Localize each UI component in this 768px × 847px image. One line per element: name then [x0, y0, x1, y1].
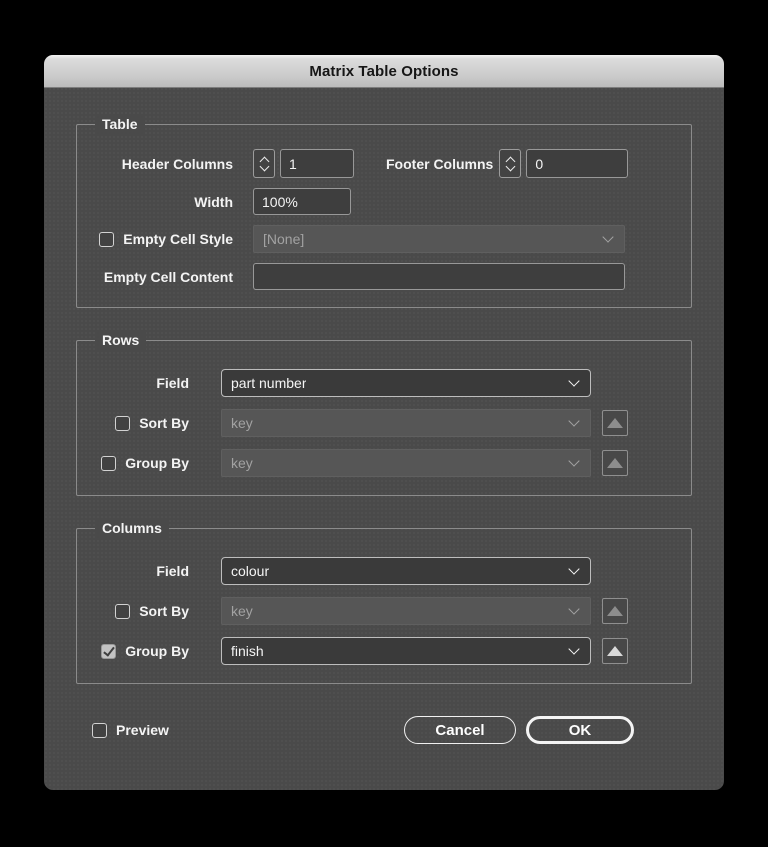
- empty-cell-content-row: Empty Cell Content: [93, 263, 675, 290]
- rows-group-direction-button: [602, 450, 628, 476]
- columns-sort-by-labelcell: Sort By: [93, 603, 189, 619]
- chevron-down-icon: [568, 603, 580, 615]
- empty-cell-style-row: Empty Cell Style [None]: [93, 225, 675, 253]
- columns-group-by-labelcell: Group By: [93, 643, 189, 659]
- sort-ascending-icon: [607, 646, 623, 656]
- chevron-down-icon: [568, 415, 580, 427]
- rows-field-select[interactable]: part number: [221, 369, 591, 397]
- screen-background: Matrix Table Options Table Header Column…: [0, 0, 768, 847]
- dialog-titlebar[interactable]: Matrix Table Options: [44, 55, 724, 88]
- width-input[interactable]: [253, 188, 351, 215]
- columns-field-value: colour: [231, 563, 270, 579]
- columns-group-legend: Columns: [95, 519, 169, 538]
- rows-group-by-value: key: [231, 455, 253, 471]
- cancel-button[interactable]: Cancel: [404, 716, 516, 744]
- dialog-title: Matrix Table Options: [309, 62, 459, 80]
- empty-cell-style-select: [None]: [253, 225, 625, 253]
- columns-group-by-label: Group By: [125, 643, 189, 659]
- empty-cell-content-input[interactable]: [253, 263, 625, 290]
- columns-sort-by-checkbox[interactable]: [115, 603, 131, 619]
- columns-field-select[interactable]: colour: [221, 557, 591, 585]
- footer-columns-stepper[interactable]: [499, 149, 522, 178]
- chevron-down-icon: [602, 231, 614, 243]
- header-columns-stepper[interactable]: [253, 149, 275, 178]
- rows-group-by-select: key: [221, 449, 591, 477]
- rows-sort-by-labelcell: Sort By: [93, 415, 189, 431]
- columns-sort-direction-button: [602, 598, 628, 624]
- empty-cell-content-label: Empty Cell Content: [103, 268, 233, 285]
- rows-sort-by-value: key: [231, 415, 253, 431]
- rows-group-by-label: Group By: [125, 455, 189, 471]
- columns-field-label: Field: [156, 563, 189, 579]
- preview-label: Preview: [116, 722, 169, 738]
- chevron-down-icon: [568, 643, 580, 655]
- columns-sort-by-select: key: [221, 597, 591, 625]
- rows-sort-by-label: Sort By: [139, 415, 189, 431]
- rows-sort-by-select: key: [221, 409, 591, 437]
- rows-sort-by-row: Sort By key: [93, 409, 675, 437]
- rows-field-row: Field part number: [93, 369, 675, 397]
- empty-cell-style-labelcell: Empty Cell Style: [93, 231, 233, 247]
- width-label: Width: [194, 193, 233, 210]
- rows-field-value: part number: [231, 375, 307, 391]
- rows-group-by-labelcell: Group By: [93, 455, 189, 471]
- chevron-down-icon: [568, 455, 580, 467]
- empty-cell-style-checkbox[interactable]: [99, 231, 115, 247]
- rows-group-legend: Rows: [95, 331, 147, 350]
- preview-checkbox[interactable]: [92, 722, 107, 738]
- columns-group-by-select[interactable]: finish: [221, 637, 591, 665]
- sort-ascending-icon: [607, 418, 623, 428]
- header-columns-input[interactable]: [280, 149, 354, 178]
- rows-field-label: Field: [156, 375, 189, 391]
- dialog-content: Table Header Columns Footer Columns: [44, 115, 724, 744]
- rows-group: Rows Field part number Sort By key Group…: [76, 331, 692, 496]
- footer-columns-input[interactable]: [526, 149, 629, 178]
- columns-field-row: Field colour: [93, 557, 675, 585]
- columns-group-by-value: finish: [231, 643, 264, 659]
- rows-group-by-checkbox[interactable]: [101, 455, 117, 471]
- chevron-down-icon: [568, 563, 580, 575]
- columns-sort-by-value: key: [231, 603, 253, 619]
- columns-sort-by-label: Sort By: [139, 603, 189, 619]
- ok-button[interactable]: OK: [526, 716, 634, 744]
- matrix-table-options-dialog: Matrix Table Options Table Header Column…: [44, 55, 724, 790]
- dialog-footer: Preview Cancel OK: [76, 716, 692, 744]
- rows-sort-direction-button: [602, 410, 628, 436]
- table-group-legend: Table: [95, 115, 145, 134]
- width-row: Width: [93, 188, 675, 215]
- sort-ascending-icon: [607, 458, 623, 468]
- header-footer-columns-row: Header Columns Footer Columns: [93, 149, 675, 178]
- preview-option: Preview: [92, 722, 169, 738]
- footer-columns-label: Footer Columns: [386, 155, 494, 172]
- columns-group: Columns Field colour Sort By key Group B…: [76, 519, 692, 684]
- sort-ascending-icon: [607, 606, 623, 616]
- empty-cell-style-value: [None]: [263, 231, 305, 247]
- columns-group-by-checkbox[interactable]: [101, 643, 117, 659]
- columns-sort-by-row: Sort By key: [93, 597, 675, 625]
- header-columns-label: Header Columns: [121, 155, 233, 172]
- rows-sort-by-checkbox[interactable]: [115, 415, 131, 431]
- chevron-down-icon: [568, 375, 580, 387]
- table-group: Table Header Columns Footer Columns: [76, 115, 692, 308]
- columns-group-direction-button[interactable]: [602, 638, 628, 664]
- rows-group-by-row: Group By key: [93, 449, 675, 477]
- empty-cell-style-label: Empty Cell Style: [123, 231, 233, 247]
- columns-group-by-row: Group By finish: [93, 637, 675, 665]
